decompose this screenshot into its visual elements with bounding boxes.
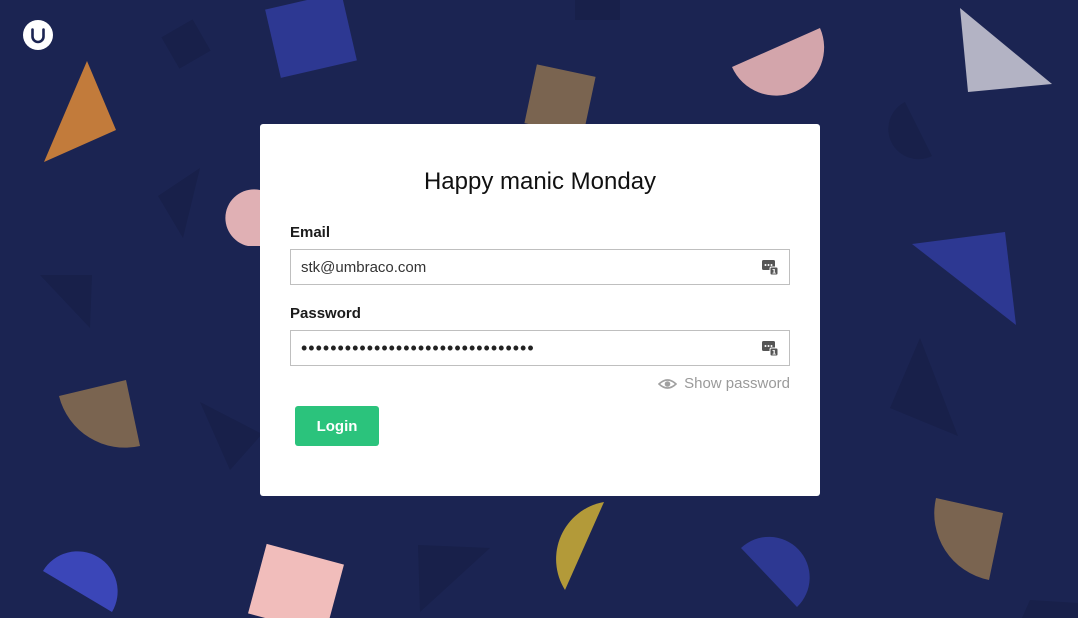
- login-card: Happy manic Monday Email 1 Password 1: [260, 124, 820, 496]
- pink-half-circle-left-shape: [225, 189, 262, 246]
- login-button[interactable]: Login: [295, 406, 379, 446]
- email-field-wrapper: 1: [290, 249, 790, 285]
- dark-square-shape: [161, 19, 211, 69]
- greeting-title: Happy manic Monday: [423, 168, 657, 195]
- show-password-toggle[interactable]: Show password: [658, 375, 790, 392]
- brown-quarter-shape: [59, 380, 140, 448]
- svg-text:1: 1: [772, 349, 777, 357]
- umbraco-logo-icon: [23, 20, 53, 50]
- dark-half-circle-right-shape: [888, 102, 932, 160]
- dark-triangle-shape: [158, 168, 200, 238]
- dark-triangle-bottom-shape: [418, 545, 490, 612]
- show-password-label: Show password: [684, 375, 790, 392]
- grey-triangle-shape: [960, 8, 1052, 92]
- eye-icon: [658, 378, 678, 389]
- orange-triangle-shape: [44, 61, 116, 162]
- blue-square-shape: [265, 0, 357, 78]
- dark-triangle-shape-3: [200, 402, 262, 470]
- brown-quarter-right-shape: [934, 498, 1003, 580]
- password-field-wrapper: 1: [290, 330, 790, 366]
- dark-triangle-right-shape: [890, 338, 958, 436]
- dark-triangle-shape-2: [40, 275, 92, 328]
- blue-half-circle-bottom-shape: [741, 536, 810, 607]
- blue-triangle-right-shape: [912, 232, 1016, 325]
- password-manager-icon[interactable]: 1: [761, 258, 779, 276]
- yellow-half-circle-shape: [556, 502, 604, 590]
- password-label: Password: [290, 305, 361, 322]
- password-manager-icon[interactable]: 1: [761, 339, 779, 357]
- dark-rect-top-shape: [575, 0, 620, 20]
- email-field[interactable]: [291, 250, 751, 284]
- password-field[interactable]: [291, 331, 751, 365]
- pink-square-bottom-shape: [248, 543, 344, 618]
- pink-half-circle-shape: [732, 28, 825, 96]
- email-label: Email: [290, 224, 331, 241]
- dark-shape-bottom-right: [1022, 600, 1078, 618]
- svg-text:1: 1: [772, 268, 777, 276]
- blue-half-circle-shape: [43, 551, 118, 612]
